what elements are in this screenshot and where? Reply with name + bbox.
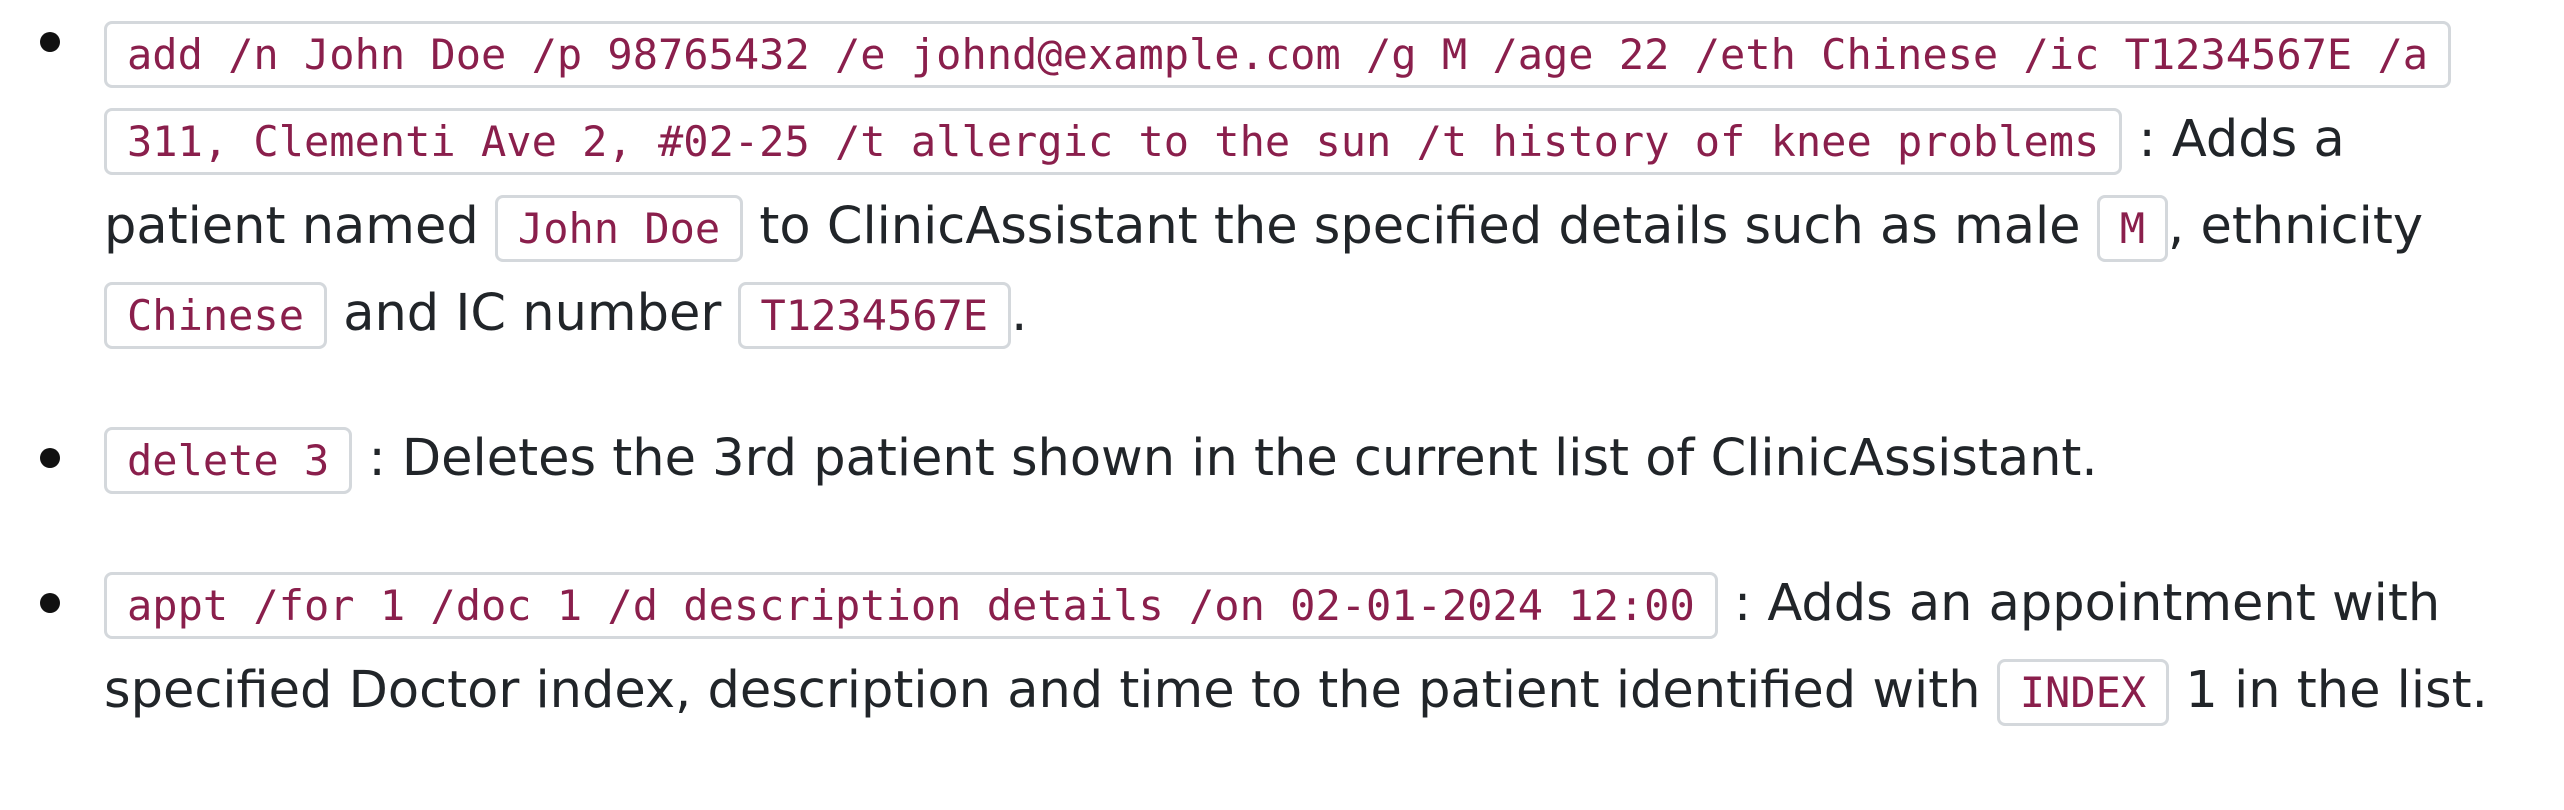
page: add /n John Doe /p 98765432 /e johnd@exa…: [0, 0, 2564, 810]
ic-number-code: T1234567E: [737, 282, 1012, 349]
patient-name-code: John Doe: [494, 195, 744, 262]
list-item-appt-command: appt /for 1 /doc 1 /d description detail…: [0, 561, 2564, 735]
bullet-icon: [40, 593, 60, 613]
add-description-text-2: to ClinicAssistant the specified details…: [743, 197, 2097, 256]
ethnicity-code: Chinese: [104, 282, 328, 349]
add-description-text-3: , ethnicity: [2168, 197, 2424, 256]
list-item-add-command: add /n John Doe /p 98765432 /e johnd@exa…: [0, 0, 2564, 358]
command-example-list: add /n John Doe /p 98765432 /e johnd@exa…: [0, 0, 2564, 735]
appt-description-text-2: 1 in the list.: [2169, 661, 2488, 720]
add-description-text-4: and IC number: [327, 284, 738, 343]
bullet-icon: [40, 32, 60, 52]
bullet-icon: [40, 448, 60, 468]
add-description-text-5: .: [1011, 284, 1028, 343]
list-item-delete-command: delete 3 : Deletes the 3rd patient shown…: [0, 416, 2564, 503]
delete-description-text: : Deletes the 3rd patient shown in the c…: [352, 429, 2098, 488]
gender-code: M: [2096, 195, 2169, 262]
delete-command-code: delete 3: [104, 427, 353, 494]
add-command-code: add /n John Doe /p 98765432 /e johnd@exa…: [104, 21, 2452, 175]
appt-command-code: appt /for 1 /doc 1 /d description detail…: [104, 572, 1718, 639]
index-code: INDEX: [1996, 659, 2170, 726]
